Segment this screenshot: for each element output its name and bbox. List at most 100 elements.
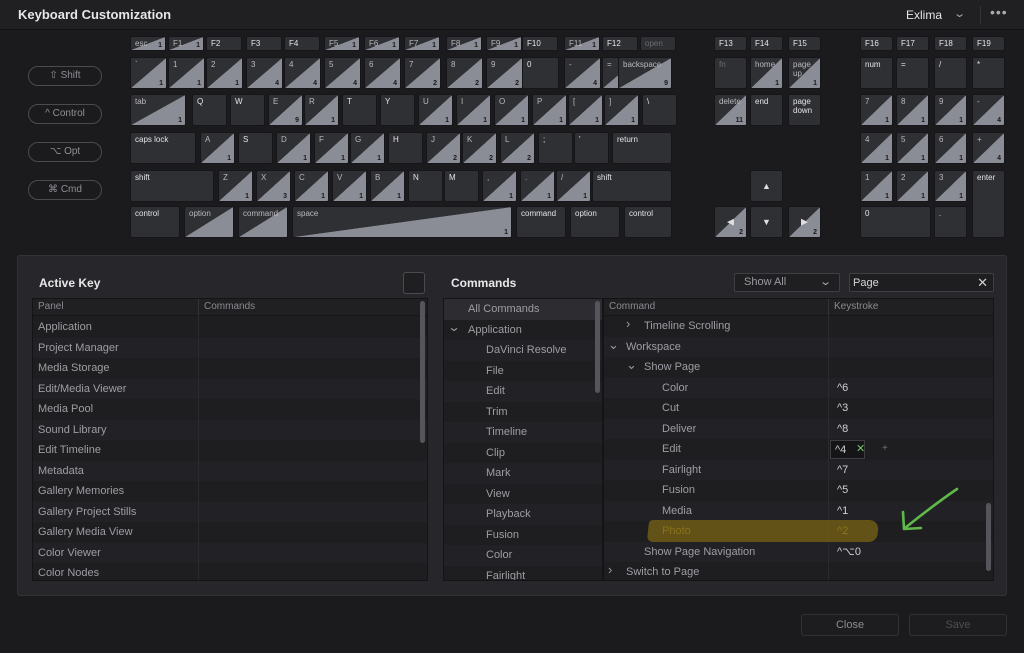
key-1[interactable]: 11 (168, 57, 205, 89)
key-control[interactable]: control (130, 206, 180, 238)
chevron-right-icon[interactable]: › (626, 314, 630, 334)
key-j[interactable]: J2 (426, 132, 461, 164)
chevron-down-icon[interactable]: ⌄ (626, 355, 637, 375)
key-4[interactable]: 41 (860, 132, 893, 164)
key-command[interactable]: command (516, 206, 566, 238)
key-0[interactable]: 0 (860, 206, 931, 238)
key-4[interactable]: 44 (284, 57, 321, 89)
category-item[interactable]: Color (444, 545, 602, 566)
key-num[interactable]: num (860, 57, 893, 89)
key-9[interactable]: 92 (486, 57, 523, 89)
key-6[interactable]: 64 (364, 57, 401, 89)
table-row[interactable]: Gallery Memories (33, 481, 427, 502)
key-8[interactable]: 82 (446, 57, 483, 89)
key-/[interactable]: /1 (556, 170, 591, 202)
key-'[interactable]: ' (574, 132, 609, 164)
key-5[interactable]: 51 (896, 132, 929, 164)
key-control[interactable]: control (624, 206, 672, 238)
keystroke-value[interactable]: ^6 (837, 378, 848, 398)
key-o[interactable]: O1 (494, 94, 529, 126)
key-backspace[interactable]: backspace 9 (618, 57, 672, 89)
key-;[interactable]: ; (538, 132, 573, 164)
filter-dropdown[interactable]: Show All ⌄ (734, 273, 840, 292)
key-f6[interactable]: F6 1 (364, 36, 400, 51)
key-t[interactable]: T (342, 94, 377, 126)
key-f14[interactable]: F14 (750, 36, 783, 51)
key-*[interactable]: * (972, 57, 1005, 89)
search-input[interactable] (853, 275, 977, 291)
key-f4[interactable]: F4 (284, 36, 320, 51)
key-l[interactable]: L2 (500, 132, 535, 164)
key-shift[interactable]: shift (130, 170, 214, 202)
key-f10[interactable]: F10 (522, 36, 558, 51)
key-delete[interactable]: delete 11 (714, 94, 747, 126)
key-z[interactable]: Z1 (218, 170, 253, 202)
scrollbar[interactable] (986, 503, 991, 571)
key-3[interactable]: 31 (934, 170, 967, 202)
category-item[interactable]: Fusion (444, 525, 602, 546)
key-▶[interactable]: ▶ 2 (788, 206, 821, 238)
key-g[interactable]: G1 (350, 132, 385, 164)
more-options-icon[interactable]: ••• (990, 4, 1008, 20)
key-p[interactable]: P1 (532, 94, 567, 126)
command-row[interactable]: › Switch to Page (604, 562, 993, 580)
key-caps-lock[interactable]: caps lock (130, 132, 196, 164)
key-page-down[interactable]: page down (788, 94, 821, 126)
key-option[interactable]: option (184, 206, 234, 238)
key-8[interactable]: 81 (896, 94, 929, 126)
category-item[interactable]: View (444, 484, 602, 505)
key-0[interactable]: 0 (522, 57, 559, 89)
category-item[interactable]: File (444, 361, 602, 382)
keystroke-value[interactable]: ^5 (837, 480, 848, 500)
key-enter[interactable]: enter (972, 170, 1005, 238)
key-7[interactable]: 71 (860, 94, 893, 126)
key-f12[interactable]: F12 (602, 36, 638, 51)
key-+[interactable]: +4 (972, 132, 1005, 164)
key-.[interactable]: . (934, 206, 967, 238)
command-row[interactable]: ⌄ Workspace (604, 335, 993, 357)
key-k[interactable]: K2 (462, 132, 497, 164)
command-row[interactable]: Edit ^4 ✕ + (604, 439, 993, 460)
key-y[interactable]: Y (380, 94, 415, 126)
key-n[interactable]: N (408, 170, 443, 202)
table-row[interactable]: Gallery Media View (33, 522, 427, 543)
key--[interactable]: -4 (564, 57, 601, 89)
table-row[interactable]: Metadata (33, 460, 427, 481)
keystroke-value[interactable]: ^7 (837, 460, 848, 480)
key-2[interactable]: 21 (896, 170, 929, 202)
keystroke-value[interactable]: ^8 (837, 419, 848, 439)
category-item[interactable]: Timeline (444, 422, 602, 443)
key--[interactable]: -4 (972, 94, 1005, 126)
key-return[interactable]: return (612, 132, 672, 164)
key-f7[interactable]: F7 1 (404, 36, 440, 51)
key-1[interactable]: 11 (860, 170, 893, 202)
key-space[interactable]: space 1 (292, 206, 512, 238)
close-button[interactable]: Close (801, 614, 899, 636)
key-f16[interactable]: F16 (860, 36, 893, 51)
category-item[interactable]: ⌄ Application (444, 320, 602, 341)
category-item[interactable]: All Commands (444, 299, 602, 320)
key-b[interactable]: B1 (370, 170, 405, 202)
command-row[interactable]: Show Page Navigation ^⌥0 (604, 541, 993, 562)
control-modifier-button[interactable]: ^ Control (28, 104, 102, 124)
key-command[interactable]: command (238, 206, 288, 238)
preset-name[interactable]: Exlima (906, 8, 942, 22)
command-row[interactable]: Fairlight ^7 (604, 459, 993, 480)
key-a[interactable]: A1 (200, 132, 235, 164)
key-i[interactable]: I1 (456, 94, 491, 126)
command-modifier-button[interactable]: ⌘ Cmd (28, 180, 102, 200)
key-f11[interactable]: F11 1 (564, 36, 600, 51)
key-f15[interactable]: F15 (788, 36, 821, 51)
key-3[interactable]: 34 (246, 57, 283, 89)
key-.[interactable]: .1 (520, 170, 555, 202)
key-f2[interactable]: F2 (206, 36, 242, 51)
category-item[interactable]: Playback (444, 504, 602, 525)
key-e[interactable]: E9 (268, 94, 303, 126)
chevron-down-icon[interactable]: ⌄ (608, 335, 619, 355)
shift-modifier-button[interactable]: ⇧ Shift (28, 66, 102, 86)
command-row[interactable]: Deliver ^8 (604, 418, 993, 439)
category-item[interactable]: Edit (444, 381, 602, 402)
keystroke-value[interactable]: ^3 (837, 398, 848, 418)
key-q[interactable]: Q (192, 94, 227, 126)
key-esc[interactable]: esc 1 (130, 36, 166, 51)
